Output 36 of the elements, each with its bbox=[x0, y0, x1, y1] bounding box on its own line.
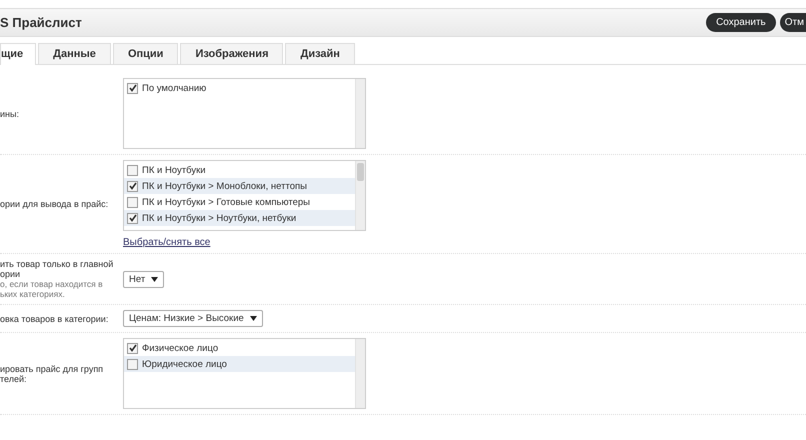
field-label: овка товаров в категории: bbox=[0, 314, 110, 324]
option-label: ПК и Ноутбуки > Ноутбуки, нетбуки bbox=[142, 212, 296, 224]
caret-icon bbox=[151, 276, 158, 282]
tab[interactable]: щие bbox=[0, 43, 36, 65]
option-label: ПК и Ноутбуки > Моноблоки, неттопы bbox=[142, 180, 307, 192]
scrollbar[interactable] bbox=[355, 79, 365, 148]
option-label: ПК и Ноутбуки bbox=[142, 164, 206, 176]
checkbox[interactable] bbox=[127, 164, 138, 176]
checkbox[interactable] bbox=[127, 358, 138, 370]
option-label: Юридическое лицо bbox=[142, 358, 227, 370]
checkbox[interactable] bbox=[127, 180, 138, 192]
page-title: S Прайслист bbox=[0, 15, 83, 30]
help-text: о, если товар находится в ьких категориях. bbox=[0, 279, 104, 299]
checkbox[interactable] bbox=[127, 196, 138, 208]
checkbox[interactable] bbox=[127, 82, 138, 94]
dropdown[interactable]: Ценам: Низкие > Высокие bbox=[123, 310, 263, 327]
scrollbar[interactable] bbox=[355, 339, 365, 408]
field-label: ить товар только в главной ории bbox=[0, 259, 114, 279]
caret-icon bbox=[250, 316, 257, 321]
tab[interactable]: Изображения bbox=[180, 43, 284, 64]
option-label: Физическое лицо bbox=[142, 342, 218, 354]
field-label: ировать прайс для групп телей: bbox=[0, 364, 104, 384]
tab[interactable]: Дизайн bbox=[285, 43, 355, 64]
scrollbar[interactable] bbox=[355, 161, 365, 230]
field-label: ории для вывода в прайс: bbox=[0, 199, 110, 209]
checkbox[interactable] bbox=[127, 342, 138, 354]
option-label: По умолчанию bbox=[142, 82, 206, 94]
checkbox[interactable] bbox=[127, 212, 138, 224]
tab[interactable]: Данные bbox=[38, 43, 111, 64]
select-all-link[interactable]: Выбрать/снять все bbox=[123, 237, 210, 248]
option-label: ПК и Ноутбуки > Готовые компьютеры bbox=[142, 196, 310, 208]
toolbar-button[interactable]: Сохранить bbox=[706, 13, 776, 32]
tab[interactable]: Опции bbox=[112, 43, 178, 64]
toolbar-button[interactable]: Отм bbox=[780, 13, 806, 32]
dropdown[interactable]: Нет bbox=[123, 270, 164, 288]
field-label: ины: bbox=[0, 108, 20, 118]
